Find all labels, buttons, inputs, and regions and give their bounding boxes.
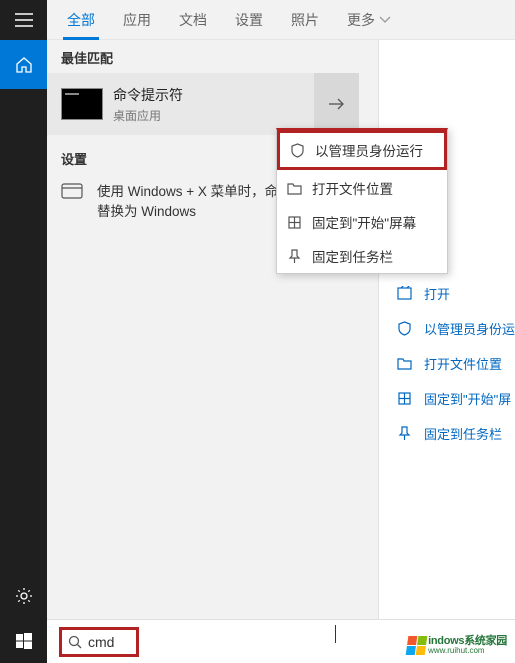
arrow-right-icon	[328, 97, 346, 111]
tab-all[interactable]: 全部	[53, 0, 109, 40]
settings-item-icon	[61, 182, 83, 200]
windows-icon	[16, 633, 32, 649]
expand-result-button[interactable]	[314, 73, 359, 135]
result-subtitle: 桌面应用	[113, 107, 314, 124]
cmd-app-icon	[61, 88, 103, 120]
chevron-down-icon	[379, 16, 391, 24]
main-area: 全部 应用 文档 设置 照片 更多 最佳匹配 命令提示符 桌面应用	[47, 0, 515, 663]
preview-action-pin-taskbar[interactable]: 固定到任务栏	[379, 416, 515, 451]
preview-action-location[interactable]: 打开文件位置	[379, 346, 515, 381]
gear-icon	[15, 587, 33, 605]
context-menu: 以管理员身份运行 打开文件位置 固定到"开始"屏幕 固定到任务栏	[276, 128, 448, 274]
settings-button[interactable]	[0, 572, 47, 619]
search-box[interactable]	[59, 627, 139, 657]
tab-apps[interactable]: 应用	[109, 0, 165, 40]
preview-action-admin[interactable]: 以管理员身份运	[379, 311, 515, 346]
windows-logo-icon	[406, 636, 428, 655]
folder-icon	[287, 181, 302, 196]
search-input[interactable]	[88, 634, 128, 650]
ctx-run-as-admin[interactable]: 以管理员身份运行	[277, 130, 447, 170]
hamburger-icon	[15, 13, 33, 27]
best-match-result[interactable]: 命令提示符 桌面应用	[47, 73, 359, 135]
ctx-open-location[interactable]: 打开文件位置	[277, 171, 447, 205]
watermark-url: www.ruihut.com	[428, 647, 507, 655]
tab-documents[interactable]: 文档	[165, 0, 221, 40]
ctx-pin-start[interactable]: 固定到"开始"屏幕	[277, 205, 447, 239]
pin-taskbar-icon	[287, 249, 302, 264]
search-icon	[68, 635, 82, 649]
watermark: indows系统家园 www.ruihut.com	[407, 636, 507, 655]
tab-settings[interactable]: 设置	[221, 0, 277, 40]
result-title: 命令提示符	[113, 85, 314, 105]
text-cursor-icon	[335, 625, 336, 643]
pin-start-icon	[397, 391, 412, 406]
open-icon	[397, 286, 412, 301]
home-icon	[15, 56, 33, 74]
tab-more[interactable]: 更多	[333, 0, 405, 40]
preview-action-pin-start[interactable]: 固定到"开始"屏	[379, 381, 515, 416]
pin-start-icon	[287, 215, 302, 230]
preview-action-open[interactable]: 打开	[379, 276, 515, 311]
home-button[interactable]	[0, 40, 47, 89]
pin-taskbar-icon	[397, 426, 412, 441]
windows-start-button[interactable]	[0, 619, 47, 663]
tab-photos[interactable]: 照片	[277, 0, 333, 40]
best-match-header: 最佳匹配	[47, 40, 359, 73]
folder-icon	[397, 356, 412, 371]
filter-tabs: 全部 应用 文档 设置 照片 更多	[47, 0, 515, 40]
ctx-pin-taskbar[interactable]: 固定到任务栏	[277, 239, 447, 273]
sidebar	[0, 0, 47, 663]
admin-icon	[397, 321, 412, 336]
admin-icon	[290, 143, 305, 158]
hamburger-menu-button[interactable]	[0, 0, 47, 40]
